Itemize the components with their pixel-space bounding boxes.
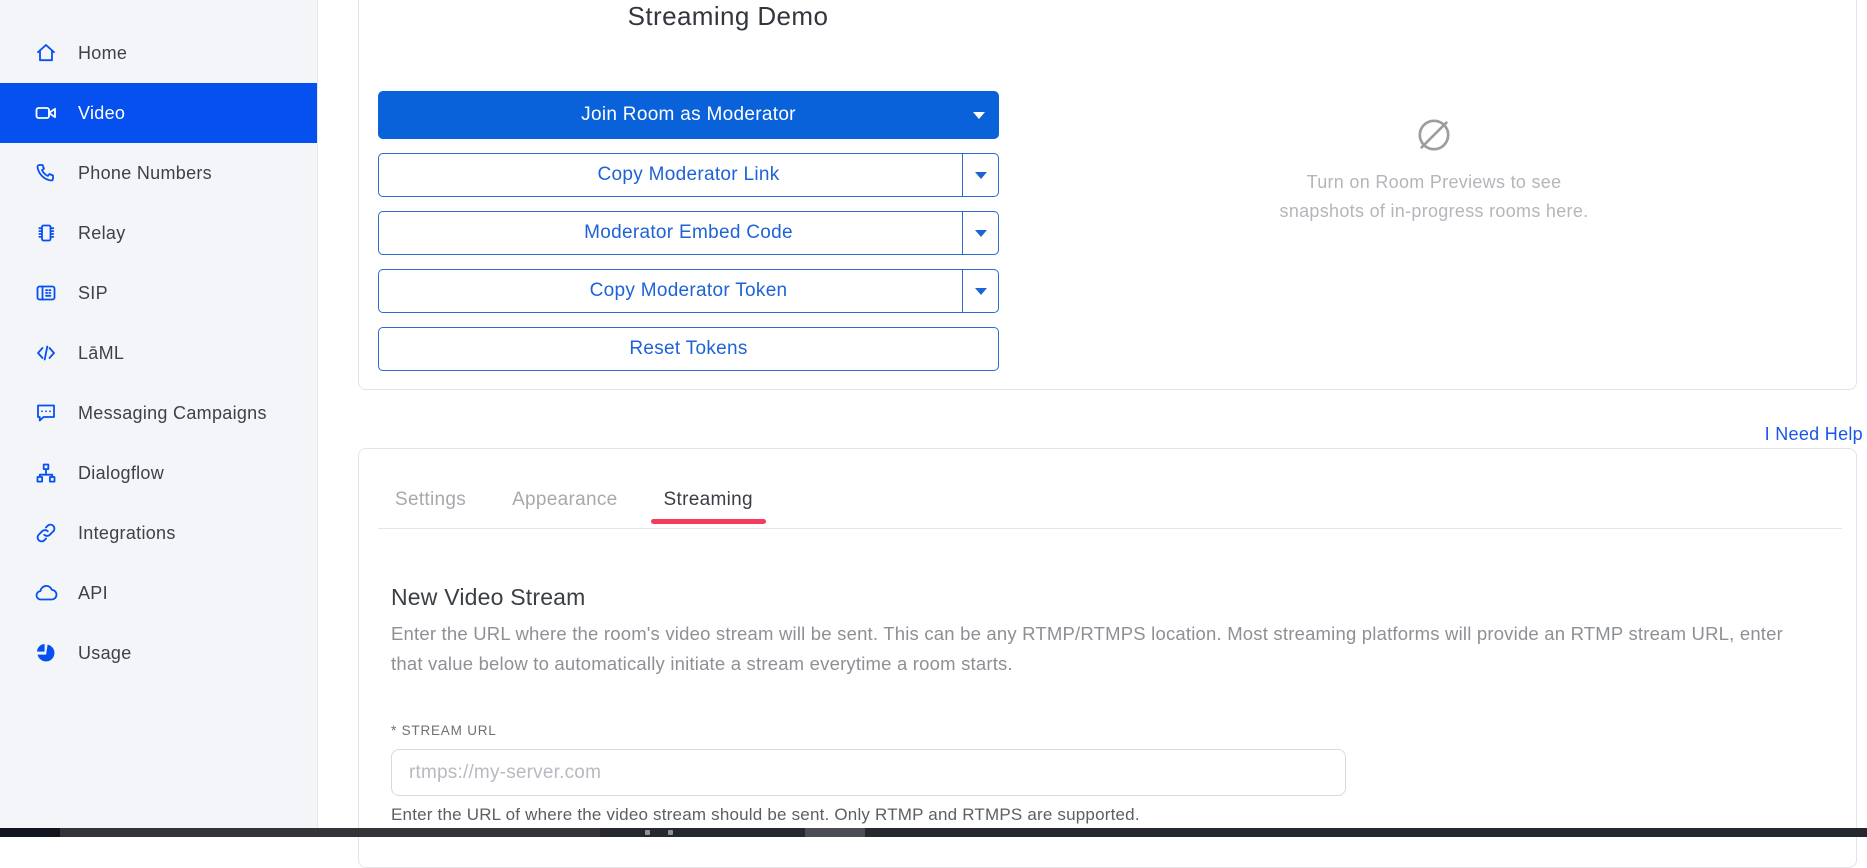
dropdown-caret-toggle[interactable] (962, 154, 998, 196)
tab-label: Streaming (664, 489, 753, 510)
sidebar-item-label: Relay (78, 223, 126, 244)
empty-state-text-line2: snapshots of in-progress rooms here. (1184, 197, 1684, 226)
sidebar-item-messaging-campaigns[interactable]: Messaging Campaigns (0, 383, 317, 443)
cloud-icon (33, 580, 59, 606)
tab-settings[interactable]: Settings (395, 489, 466, 519)
sidebar-item-label: Phone Numbers (78, 163, 212, 184)
tabs-divider (378, 528, 1842, 529)
code-icon (33, 340, 59, 366)
button-label: Moderator Embed Code (584, 222, 793, 244)
taskbar-icon (668, 830, 673, 835)
copy-moderator-link-button[interactable]: Copy Moderator Link (378, 153, 999, 197)
home-icon (33, 40, 59, 66)
sidebar-item-phone-numbers[interactable]: Phone Numbers (0, 143, 317, 203)
room-actions: Join Room as Moderator Copy Moderator Li… (378, 91, 999, 385)
tab-label: Settings (395, 489, 466, 510)
dropdown-caret-icon (973, 91, 985, 139)
active-tab-underline (651, 519, 766, 524)
room-title: Streaming Demo (378, 1, 1078, 32)
taskbar-active-window-segment (805, 828, 865, 837)
chevron-down-icon (975, 288, 987, 295)
tab-label: Appearance (512, 489, 617, 510)
sidebar: Home Video Phone Numbers Relay SIP LāML (0, 0, 318, 829)
phone-icon (33, 160, 59, 186)
dropdown-caret-toggle[interactable] (962, 212, 998, 254)
moderator-embed-code-button[interactable]: Moderator Embed Code (378, 211, 999, 255)
i-need-help-link[interactable]: I Need Help (1765, 424, 1863, 445)
button-label: Copy Moderator Link (597, 164, 779, 186)
sidebar-item-home[interactable]: Home (0, 23, 317, 83)
button-label: Join Room as Moderator (581, 104, 796, 126)
stream-url-label: * STREAM URL (391, 723, 497, 738)
section-description: Enter the URL where the room's video str… (391, 619, 1803, 679)
taskbar-icon (645, 830, 650, 835)
reset-tokens-button[interactable]: Reset Tokens (378, 327, 999, 371)
chip-icon (33, 220, 59, 246)
link-icon (33, 520, 59, 546)
sidebar-item-relay[interactable]: Relay (0, 203, 317, 263)
settings-card: Settings Appearance Streaming New Video … (358, 448, 1857, 868)
taskbar-segment (0, 828, 60, 837)
circle-slash-icon (1184, 115, 1684, 160)
section-heading: New Video Stream (391, 584, 586, 611)
chat-bubble-icon (33, 400, 59, 426)
stream-url-input[interactable] (391, 749, 1346, 796)
sidebar-item-laml[interactable]: LāML (0, 323, 317, 383)
button-label: Reset Tokens (629, 338, 747, 360)
sidebar-item-label: Video (78, 103, 125, 124)
video-camera-icon (33, 100, 59, 126)
join-room-as-moderator-button[interactable]: Join Room as Moderator (378, 91, 999, 139)
sidebar-item-dialogflow[interactable]: Dialogflow (0, 443, 317, 503)
sidebar-item-label: Integrations (78, 523, 176, 544)
room-preview-empty-state: Turn on Room Previews to see snapshots o… (1184, 115, 1684, 226)
dropdown-caret-toggle[interactable] (962, 270, 998, 312)
sidebar-item-usage[interactable]: Usage (0, 623, 317, 683)
sidebar-item-label: Home (78, 43, 127, 64)
taskbar-segment (60, 828, 600, 837)
empty-state-text-line1: Turn on Room Previews to see (1184, 168, 1684, 197)
sidebar-item-label: Messaging Campaigns (78, 403, 267, 424)
pie-chart-icon (33, 640, 59, 666)
os-taskbar[interactable] (0, 828, 1867, 837)
sidebar-item-label: Dialogflow (78, 463, 164, 484)
sidebar-item-api[interactable]: API (0, 563, 317, 623)
copy-moderator-token-button[interactable]: Copy Moderator Token (378, 269, 999, 313)
sidebar-item-label: SIP (78, 283, 108, 304)
chevron-down-icon (975, 230, 987, 237)
sidebar-item-label: API (78, 583, 108, 604)
sidebar-item-label: LāML (78, 343, 124, 364)
stream-url-helper-text: Enter the URL of where the video stream … (391, 805, 1140, 825)
sitemap-icon (33, 460, 59, 486)
tab-streaming[interactable]: Streaming (664, 489, 753, 519)
tab-appearance[interactable]: Appearance (512, 489, 617, 519)
fax-icon (33, 280, 59, 306)
chevron-down-icon (975, 172, 987, 179)
button-label: Copy Moderator Token (590, 280, 788, 302)
sidebar-item-label: Usage (78, 643, 132, 664)
room-card: Streaming Demo Join Room as Moderator Co… (358, 0, 1857, 390)
sidebar-item-video[interactable]: Video (0, 83, 317, 143)
sidebar-item-integrations[interactable]: Integrations (0, 503, 317, 563)
settings-tabs: Settings Appearance Streaming (395, 489, 753, 519)
sidebar-item-sip[interactable]: SIP (0, 263, 317, 323)
